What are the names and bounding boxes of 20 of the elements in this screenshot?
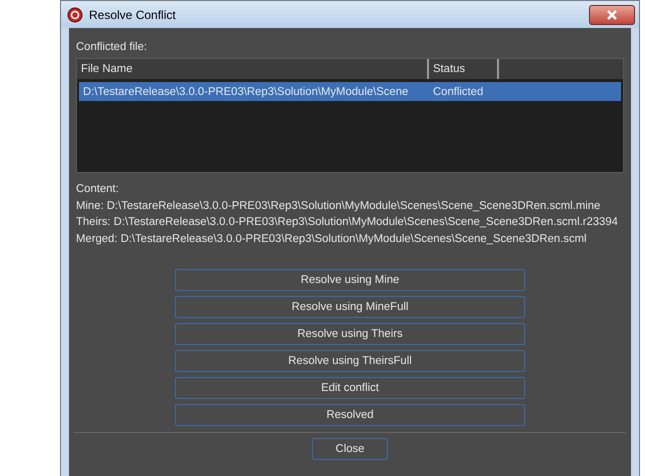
resolve-button[interactable]: Resolve using TheirsFull: [175, 350, 525, 372]
content-path: Theirs: D:\TestareRelease\3.0.0-PRE03\Rep3\Solution\MyModule\Scenes\Scene_Scene3DRen.scml.r23394: [76, 215, 619, 230]
content-path: Mine: D:\TestareRelease\3.0.0-PRE03\Rep3\Solution\MyModule\Scenes\Scene_Scene3DRen.scml.mine: [76, 198, 602, 214]
file-row[interactable]: D:\TestareRelease\3.0.0-PRE03\Rep3\Solution\MyModule\Scene Conflicted: [79, 82, 621, 101]
close-icon[interactable]: [589, 4, 635, 24]
app-icon: [67, 6, 83, 22]
column-header[interactable]: Status: [429, 59, 499, 79]
table-cell-text: Conflicted: [432, 86, 484, 98]
close-button[interactable]: Close: [312, 438, 388, 460]
resolve-button[interactable]: Resolve using Mine: [175, 269, 525, 291]
resolve-button[interactable]: Resolve using Theirs: [175, 323, 525, 345]
content-label: Content:: [76, 182, 120, 197]
column-header[interactable]: File Name: [77, 59, 429, 79]
resolve-button[interactable]: Edit conflict: [175, 377, 525, 399]
resolve-button[interactable]: Resolve using MineFull: [175, 296, 525, 318]
conflicted-file-label: Conflicted file:: [76, 40, 148, 54]
window-title: Resolve Conflict: [89, 8, 177, 22]
content-path: Merged: D:\TestareRelease\3.0.0-PRE03\Rep3\Solution\MyModule\Scenes\Scene_Scene3DRen.scml: [76, 232, 588, 246]
table-cell-text: D:\TestareRelease\3.0.0-PRE03\Rep3\Solution\MyModule\Scene: [82, 86, 410, 98]
resolve-button[interactable]: Resolved: [175, 404, 525, 426]
